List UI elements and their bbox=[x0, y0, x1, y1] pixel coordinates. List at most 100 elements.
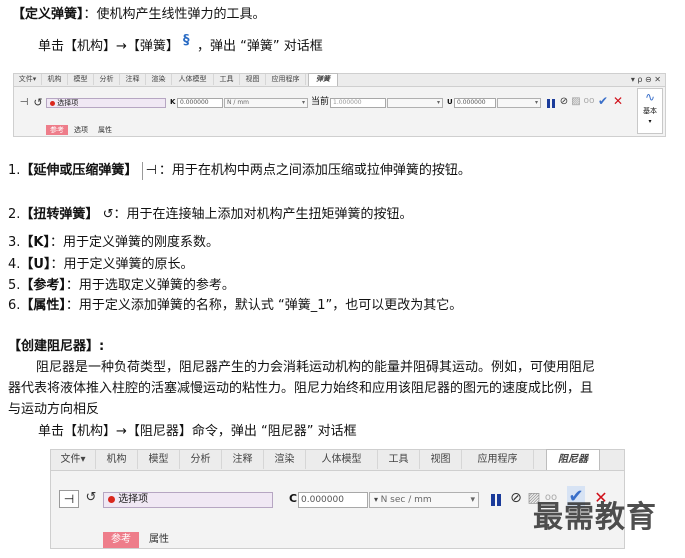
ok-check-icon[interactable]: ✔ bbox=[597, 94, 609, 108]
tab-analysis[interactable]: 分析 bbox=[94, 74, 120, 85]
damper-para-line3: 与运动方向相反 bbox=[8, 402, 100, 417]
tab-annotate[interactable]: 注释 bbox=[222, 450, 264, 469]
damper-steps: 单击【机构】→【阻尼器】命令，弹出 “阻尼器” 对话框 bbox=[38, 424, 357, 439]
u-icon: U bbox=[447, 98, 453, 106]
tab-damper[interactable]: 阻尼器 bbox=[546, 449, 600, 470]
torsion-spring-icon[interactable]: ↺ bbox=[32, 96, 44, 109]
spring-steps-prefix: 单击【机构】→【弹簧】 bbox=[38, 39, 179, 54]
tab-file[interactable]: 文件▾ bbox=[14, 74, 42, 85]
subtab-references[interactable]: 参考 bbox=[46, 125, 68, 135]
tab-model[interactable]: 模型 bbox=[138, 450, 180, 469]
item-desc: ：用于定义弹簧的刚度系数。 bbox=[49, 235, 219, 250]
c-unit-select[interactable]: ▾ N sec / mm ▾ bbox=[369, 492, 479, 508]
chevron-down-icon: ▾ bbox=[534, 99, 538, 106]
item-desc: ：用于定义弹簧的原长。 bbox=[50, 257, 194, 272]
tab-mechanism[interactable]: 机构 bbox=[42, 74, 68, 85]
damper-heading-colon: : bbox=[99, 339, 105, 354]
list-item: 4.【U】：用于定义弹簧的原长。 bbox=[8, 256, 193, 274]
spring-wave-icon: ∿ bbox=[644, 90, 656, 104]
tab-applications[interactable]: 应用程序 bbox=[266, 74, 306, 85]
spring-steps-suffix: ，弹出 “弹簧” 对话框 bbox=[197, 39, 323, 54]
item-desc: ：用于定义添加弹簧的名称，默认式 “弹簧_1”，也可以更改为其它。 bbox=[65, 298, 463, 313]
basic-mode-panel[interactable]: ∿ 基本 ▾ bbox=[637, 88, 663, 134]
tab-spring[interactable]: 弹簧 bbox=[308, 73, 338, 86]
tab-model[interactable]: 模型 bbox=[68, 74, 94, 85]
k-unit-select[interactable]: N / mm ▾ bbox=[224, 98, 308, 108]
extension-spring-icon: ⊣ bbox=[141, 162, 157, 180]
subtab-references[interactable]: 参考 bbox=[103, 532, 139, 548]
damper-heading: 【创建阻尼器】: bbox=[8, 338, 104, 356]
tab-render[interactable]: 渲染 bbox=[264, 450, 306, 469]
tab-file[interactable]: 文件▾ bbox=[51, 450, 96, 469]
item-term: 【扭转弹簧】 bbox=[20, 207, 99, 222]
tab-tools[interactable]: 工具 bbox=[378, 450, 420, 469]
c-icon: C bbox=[289, 492, 298, 505]
k-value-input[interactable]: 0.000000 bbox=[177, 98, 223, 108]
extension-spring-icon[interactable]: ⊣ bbox=[18, 97, 30, 108]
window-controls[interactable]: ▾ ρ ⊖ ✕ bbox=[631, 74, 661, 85]
spring-ribbon: 文件▾ 机构 模型 分析 注释 渲染 人体模型 工具 视图 应用程序 弹簧 ▾ … bbox=[13, 73, 666, 137]
basic-label: 基本 bbox=[643, 107, 657, 115]
u-unit-select[interactable]: ▾ bbox=[497, 98, 541, 108]
tab-human-model[interactable]: 人体模型 bbox=[306, 450, 378, 469]
item-term: 【K】 bbox=[20, 235, 50, 250]
damper-heading-term: 【创建阻尼器】 bbox=[8, 339, 100, 354]
tab-analysis[interactable]: 分析 bbox=[180, 450, 222, 469]
list-item: 3.【K】：用于定义弹簧的刚度系数。 bbox=[8, 234, 219, 252]
current-value-input[interactable]: 1.000000 bbox=[330, 98, 386, 108]
u-value-input[interactable]: 0.000000 bbox=[454, 98, 496, 108]
damper-reference-collector[interactable]: 选择项 bbox=[103, 492, 273, 508]
c-value-input[interactable]: 0.000000 bbox=[298, 492, 368, 508]
subtab-properties[interactable]: 属性 bbox=[141, 532, 177, 548]
torsion-spring-icon: ↺ bbox=[102, 207, 114, 222]
spring-steps: 单击【机构】→【弹簧】 § ，弹出 “弹簧” 对话框 bbox=[38, 33, 323, 56]
subtab-properties[interactable]: 属性 bbox=[94, 125, 116, 135]
current-unit-select[interactable]: ▾ bbox=[387, 98, 443, 108]
tab-render[interactable]: 渲染 bbox=[146, 74, 172, 85]
damper-para-line1: 阻尼器是一种负荷类型，阻尼器产生的力会消耗运动机构的能量并阻碍其运动。例如，可使… bbox=[36, 360, 596, 375]
spring-select-label: 选择项 bbox=[57, 99, 79, 107]
tab-view[interactable]: 视图 bbox=[420, 450, 462, 469]
tab-human-model[interactable]: 人体模型 bbox=[172, 74, 214, 85]
translation-damper-icon[interactable]: ⊣ bbox=[59, 490, 79, 508]
pause-icon[interactable] bbox=[547, 99, 555, 108]
damper-tabbar: 文件▾ 机构 模型 分析 注释 渲染 人体模型 工具 视图 应用程序 阻尼器 bbox=[51, 449, 624, 471]
chevron-down-icon: ▾ bbox=[648, 118, 652, 125]
watermark: 最需教育 bbox=[533, 500, 657, 535]
k-icon: K bbox=[170, 98, 176, 106]
item-term: 【参考】 bbox=[20, 278, 66, 293]
spring-icon: § bbox=[183, 33, 190, 48]
list-item: 2.【扭转弹簧】 ↺：用于在连接轴上添加对机构产生扭矩弹簧的按钮。 bbox=[8, 206, 412, 224]
required-dot-icon bbox=[50, 100, 55, 106]
list-item: 6.【属性】：用于定义添加弹簧的名称，默认式 “弹簧_1”，也可以更改为其它。 bbox=[8, 297, 462, 315]
c-unit-label: N sec / mm bbox=[380, 495, 432, 505]
tab-annotate[interactable]: 注释 bbox=[120, 74, 146, 85]
no-preview-icon[interactable]: ⊘ bbox=[509, 490, 523, 506]
no-preview-icon[interactable]: ⊘ bbox=[559, 96, 569, 107]
damper-para-line2: 器代表将液体推入柱腔的活塞减慢运动的粘性力。阻尼力始终和应用该阻尼器的图元的速度… bbox=[8, 381, 594, 396]
chevron-down-icon: ▾ bbox=[301, 99, 305, 106]
glasses-icon[interactable]: oo bbox=[583, 96, 595, 106]
preview-icon[interactable]: ▨ bbox=[571, 96, 581, 107]
item-term: 【U】 bbox=[20, 257, 51, 272]
chevron-down-icon: ▾ bbox=[470, 495, 475, 505]
spring-reference-collector[interactable]: 选择项 bbox=[46, 98, 166, 108]
item-term: 【属性】 bbox=[20, 298, 66, 313]
item-number: 3. bbox=[8, 235, 21, 250]
tab-view[interactable]: 视图 bbox=[240, 74, 266, 85]
list-item: 1.【延伸或压缩弹簧】 ⊣ ：用于在机构中两点之间添加压缩或拉伸弹簧的按钮。 bbox=[8, 162, 471, 180]
tab-tools[interactable]: 工具 bbox=[214, 74, 240, 85]
list-item: 5.【参考】：用于选取定义弹簧的参考。 bbox=[8, 277, 235, 295]
spring-term: 【定义弹簧】 bbox=[12, 7, 84, 22]
item-desc: ：用于在连接轴上添加对机构产生扭矩弹簧的按钮。 bbox=[113, 207, 413, 222]
cancel-x-icon[interactable]: ✕ bbox=[612, 94, 624, 108]
pause-icon[interactable] bbox=[491, 494, 501, 506]
item-desc: ：用于在机构中两点之间添加压缩或拉伸弹簧的按钮。 bbox=[158, 163, 471, 178]
subtab-options[interactable]: 选项 bbox=[70, 125, 92, 135]
tab-mechanism[interactable]: 机构 bbox=[96, 450, 138, 469]
item-number: 5. bbox=[8, 278, 21, 293]
item-number: 4. bbox=[8, 257, 21, 272]
torsion-damper-icon[interactable]: ↺ bbox=[84, 490, 98, 505]
tab-applications[interactable]: 应用程序 bbox=[462, 450, 534, 469]
required-dot-icon bbox=[108, 495, 115, 503]
